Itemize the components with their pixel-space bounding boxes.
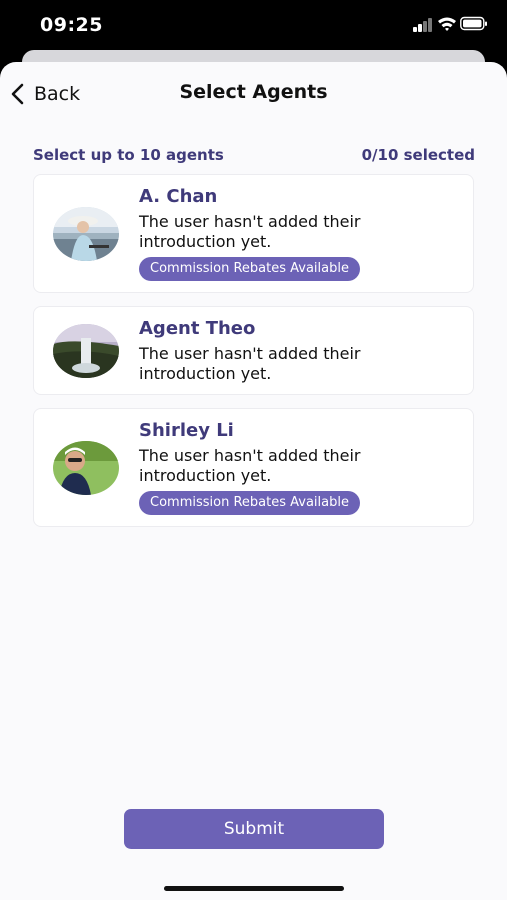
avatar	[53, 441, 119, 495]
selection-count: 0/10 selected	[361, 146, 475, 164]
status-icons	[413, 16, 488, 36]
battery-icon	[460, 16, 488, 36]
submit-button[interactable]: Submit	[124, 809, 384, 849]
commission-rebate-badge: Commission Rebates Available	[139, 491, 360, 515]
avatar	[53, 324, 119, 378]
agent-name: Agent Theo	[139, 318, 256, 339]
selection-hint: Select up to 10 agents	[33, 146, 224, 164]
select-agents-sheet: Back Select Agents Select up to 10 agent…	[0, 62, 507, 900]
agent-name: A. Chan	[139, 186, 218, 207]
page-title: Select Agents	[179, 81, 328, 103]
navigation-bar: Back Select Agents	[0, 62, 507, 122]
avatar	[53, 207, 119, 261]
agent-introduction: The user hasn't added their introduction…	[139, 344, 361, 383]
agent-card-shirley-li[interactable]: Shirley Li The user hasn't added their i…	[33, 408, 474, 527]
home-indicator	[164, 886, 344, 891]
commission-rebate-badge: Commission Rebates Available	[139, 257, 360, 281]
status-bar: 09:25	[0, 0, 507, 52]
wifi-icon	[437, 16, 457, 36]
agent-card-a-chan[interactable]: A. Chan The user hasn't added their intr…	[33, 174, 474, 293]
agent-introduction: The user hasn't added their introduction…	[139, 212, 361, 251]
selection-row: Select up to 10 agents 0/10 selected	[33, 144, 475, 166]
signal-icon	[413, 16, 433, 32]
status-time: 09:25	[40, 14, 103, 36]
agent-introduction: The user hasn't added their introduction…	[139, 446, 361, 485]
agent-name: Shirley Li	[139, 420, 234, 441]
agent-card-agent-theo[interactable]: Agent Theo The user hasn't added their i…	[33, 306, 474, 395]
